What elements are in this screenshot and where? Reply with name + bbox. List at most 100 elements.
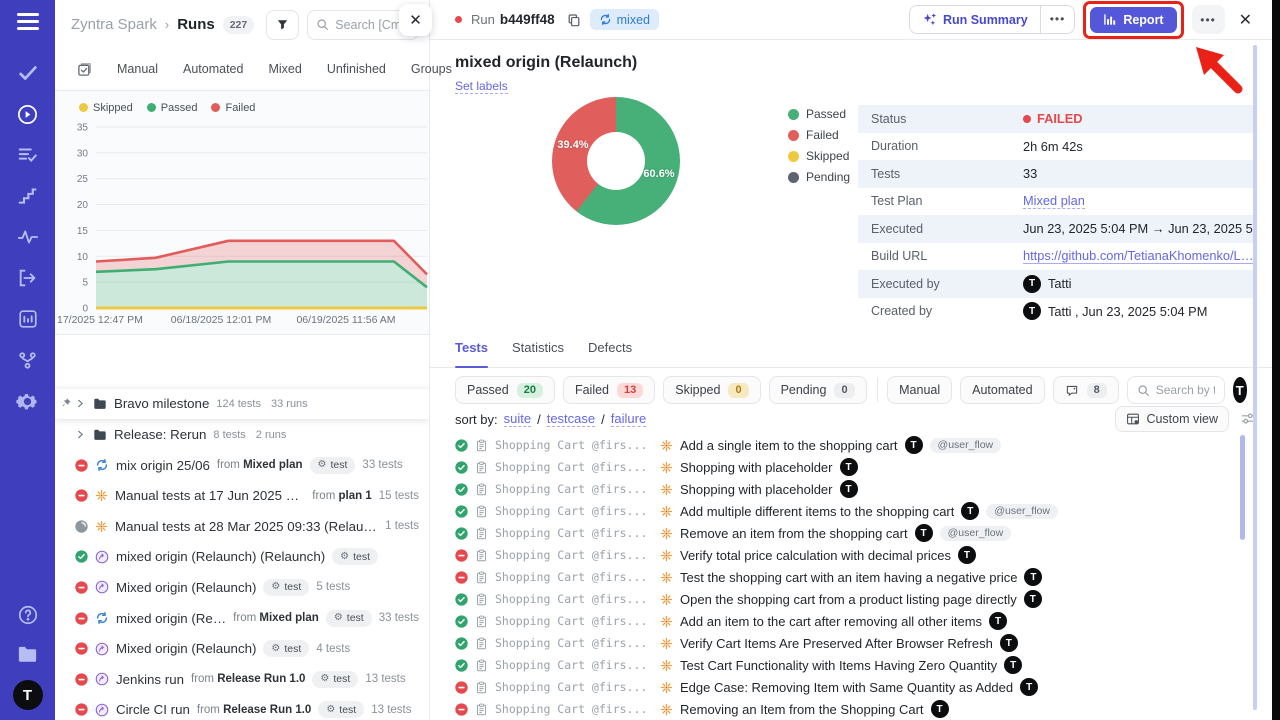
breadcrumb-project[interactable]: Zyntra Spark bbox=[71, 16, 157, 33]
sort-by-testcase[interactable]: testcase bbox=[547, 411, 595, 427]
search-icon bbox=[1137, 384, 1150, 397]
manual-burst-icon bbox=[660, 593, 673, 606]
test-row[interactable]: Shopping Cart @firs...Test the shopping … bbox=[430, 566, 1272, 588]
more-options-button[interactable]: ••• bbox=[1192, 5, 1225, 34]
filter-chip-pending[interactable]: Pending0 bbox=[769, 376, 867, 404]
filter-chip-failed[interactable]: Failed13 bbox=[563, 376, 655, 404]
build-url-link[interactable]: https://github.com/TetianaKhomenko/Load-… bbox=[1023, 248, 1256, 264]
assignee-avatar: T bbox=[1004, 656, 1022, 674]
assignee-avatar: T bbox=[931, 700, 949, 718]
filter-chip-manual[interactable]: Manual bbox=[887, 376, 952, 404]
tab-tests[interactable]: Tests bbox=[455, 340, 488, 367]
test-row[interactable]: Shopping Cart @firs...Remove an item fro… bbox=[430, 522, 1272, 544]
test-row[interactable]: Shopping Cart @firs...Add an item to the… bbox=[430, 610, 1272, 632]
run-id: b449ff48 bbox=[500, 12, 555, 27]
activity-pulse-icon[interactable] bbox=[15, 224, 41, 250]
run-type-badge-label: mixed bbox=[617, 13, 650, 27]
import-icon[interactable] bbox=[15, 265, 41, 291]
run-meta: 33 tests bbox=[362, 459, 402, 471]
filter-chip-automated[interactable]: Automated bbox=[960, 376, 1044, 404]
comments-filter-chip[interactable]: 8 bbox=[1053, 376, 1119, 404]
manual-burst-icon bbox=[660, 483, 673, 496]
filter-chip-passed[interactable]: Passed20 bbox=[455, 376, 555, 404]
test-row[interactable]: Shopping Cart @firs...Verify total price… bbox=[430, 544, 1272, 566]
report-chart-icon bbox=[1103, 13, 1116, 26]
test-plan-link[interactable]: Mixed plan bbox=[1023, 193, 1085, 209]
test-title: Remove an item from the shopping cart bbox=[680, 526, 908, 541]
panel-close-button[interactable]: ✕ bbox=[399, 4, 432, 36]
tab-defects[interactable]: Defects bbox=[588, 340, 632, 367]
assignee-avatar[interactable]: T bbox=[1233, 377, 1247, 403]
copy-icon[interactable] bbox=[567, 13, 581, 27]
tab-unfinished[interactable]: Unfinished bbox=[327, 62, 386, 76]
tab-automated[interactable]: Automated bbox=[183, 62, 243, 76]
run-row[interactable]: Release: Rerun8 tests2 runs bbox=[55, 419, 429, 450]
tab-manual[interactable]: Manual bbox=[117, 62, 158, 76]
test-row[interactable]: Shopping Cart @firs...Shopping with plac… bbox=[430, 456, 1272, 478]
runs-play-icon[interactable] bbox=[15, 101, 41, 127]
panel-scrollbar[interactable] bbox=[1253, 45, 1257, 710]
test-suite-name: Shopping Cart @firs... bbox=[495, 570, 653, 584]
testcase-clipboard-icon bbox=[475, 659, 488, 672]
test-row[interactable]: Shopping Cart @firs...Shopping with plac… bbox=[430, 478, 1272, 500]
legend-item-failed: Failed bbox=[211, 102, 255, 114]
test-plans-icon[interactable] bbox=[15, 142, 41, 168]
chip-label: Pending bbox=[781, 383, 827, 397]
test-row[interactable]: Shopping Cart @firs...Add multiple diffe… bbox=[430, 500, 1272, 522]
run-row[interactable]: mixed origin (Relaunch) (Relaunch)⚙test bbox=[55, 542, 429, 573]
test-row[interactable]: Shopping Cart @firs...Open the shopping … bbox=[430, 588, 1272, 610]
sort-by-failure[interactable]: failure bbox=[611, 411, 646, 427]
help-icon[interactable] bbox=[15, 602, 41, 628]
hamburger-menu-icon[interactable] bbox=[17, 13, 39, 30]
run-summary-button[interactable]: Run Summary bbox=[910, 6, 1040, 33]
run-row[interactable]: Jenkins runfrom Release Run 1.0⚙test13 t… bbox=[55, 664, 429, 695]
run-row[interactable]: mix origin 25/06from Mixed plan⚙test33 t… bbox=[55, 450, 429, 481]
sort-by-suite[interactable]: suite bbox=[504, 411, 531, 427]
settings-gear-icon[interactable] bbox=[15, 388, 41, 414]
run-summary-more-button[interactable]: ••• bbox=[1040, 6, 1075, 33]
run-row[interactable]: mixed origin (Relaunch)from Mixed plan⚙t… bbox=[55, 603, 429, 634]
tests-search[interactable] bbox=[1127, 376, 1225, 404]
donut-legend-dot bbox=[788, 109, 799, 120]
sort-separator: / bbox=[537, 412, 541, 427]
tests-list-scrollbar[interactable] bbox=[1240, 435, 1245, 540]
git-fork-icon[interactable] bbox=[15, 347, 41, 373]
folder-icon bbox=[93, 428, 107, 442]
run-row[interactable]: Manual tests at 17 Jun 2025 10:09from pl… bbox=[55, 480, 429, 511]
milestones-steps-icon[interactable] bbox=[15, 183, 41, 209]
testcase-clipboard-icon bbox=[475, 703, 488, 716]
test-row[interactable]: Shopping Cart @firs...Edge Case: Removin… bbox=[430, 676, 1272, 698]
svg-text:0: 0 bbox=[82, 303, 88, 314]
close-run-detail-button[interactable]: ✕ bbox=[1233, 10, 1258, 30]
filter-chip-skipped[interactable]: Skipped0 bbox=[663, 376, 760, 404]
run-row[interactable]: Bravo milestone124 tests33 runs bbox=[55, 389, 429, 420]
test-row[interactable]: Shopping Cart @firs...Test Cart Function… bbox=[430, 654, 1272, 676]
select-runs-icon[interactable] bbox=[77, 62, 92, 77]
run-type-badge[interactable]: mixed bbox=[590, 9, 659, 30]
filter-funnel-button[interactable] bbox=[266, 10, 299, 40]
run-row[interactable]: Manual tests at 28 Mar 2025 09:33 (Relau… bbox=[55, 511, 429, 542]
assignee-avatar: T bbox=[840, 458, 858, 476]
custom-view-button[interactable]: Custom view bbox=[1115, 406, 1229, 432]
runs-panel-header: Zyntra Spark › Runs 227 ✕ bbox=[55, 0, 429, 49]
testcases-check-icon[interactable] bbox=[15, 60, 41, 86]
projects-folder-icon[interactable] bbox=[15, 641, 41, 667]
run-meta: 33 tests bbox=[379, 612, 419, 624]
test-row[interactable]: Shopping Cart @firs...Add a single item … bbox=[430, 434, 1272, 456]
test-row[interactable]: Shopping Cart @firs...Removing an Item f… bbox=[430, 698, 1272, 720]
report-button[interactable]: Report bbox=[1090, 7, 1176, 33]
count-text: 2 runs bbox=[256, 429, 287, 441]
tab-statistics[interactable]: Statistics bbox=[512, 340, 564, 367]
run-row[interactable]: Mixed origin (Relaunch)⚙test5 tests bbox=[55, 572, 429, 603]
test-row[interactable]: Shopping Cart @firs...Verify Cart Items … bbox=[430, 632, 1272, 654]
tests-search-input[interactable] bbox=[1156, 383, 1215, 397]
tab-mixed[interactable]: Mixed bbox=[268, 62, 301, 76]
details-text: Jun 23, 2025 5:04 PM → Jun 23, 2025 5:52… bbox=[1023, 221, 1256, 236]
set-labels-link[interactable]: Set labels bbox=[455, 79, 508, 94]
screen-edge bbox=[1272, 0, 1280, 720]
user-avatar[interactable]: T bbox=[13, 680, 43, 710]
manual-burst-icon bbox=[660, 549, 673, 562]
run-row[interactable]: Circle CI runfrom Release Run 1.0⚙test13… bbox=[55, 695, 429, 720]
reports-chart-icon[interactable] bbox=[15, 306, 41, 332]
run-row[interactable]: Mixed origin (Relaunch)⚙test4 tests bbox=[55, 633, 429, 664]
